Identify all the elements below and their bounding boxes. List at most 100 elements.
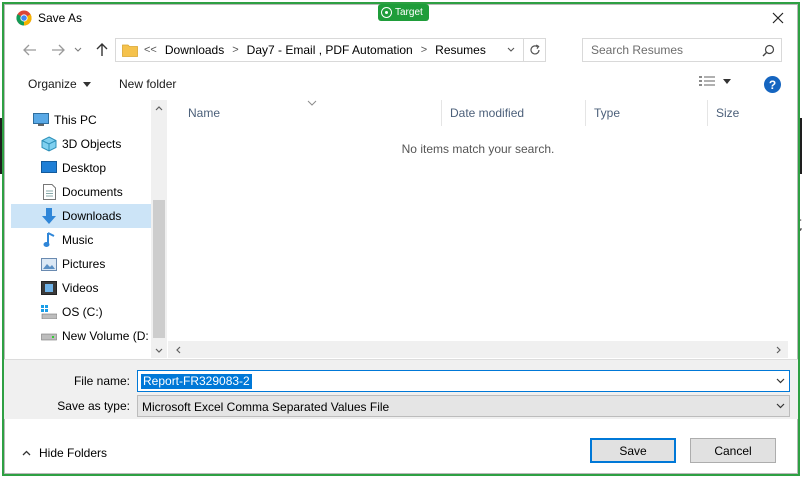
address-overflow[interactable]: << <box>144 44 157 56</box>
forward-button[interactable] <box>48 40 68 60</box>
nav-pane-scrollbar[interactable] <box>151 100 167 358</box>
help-button[interactable]: ? <box>764 76 781 93</box>
nav-item-label: New Volume (D: <box>62 329 149 343</box>
breadcrumb-separator[interactable]: > <box>421 44 427 56</box>
empty-message: No items match your search. <box>401 142 555 156</box>
nav-item-3d-objects[interactable]: 3D Objects <box>41 132 166 156</box>
up-button[interactable] <box>92 40 112 60</box>
target-badge: Target <box>378 4 429 21</box>
hide-folders-label: Hide Folders <box>39 446 108 460</box>
chevron-down-icon <box>776 403 784 409</box>
cancel-button[interactable]: Cancel <box>690 438 776 463</box>
search-icon[interactable] <box>762 44 775 57</box>
navigation-pane[interactable]: This PC 3D Objects Desktop Documents Dow… <box>11 100 167 358</box>
nav-item-new-volume-d[interactable]: New Volume (D: <box>41 324 166 348</box>
target-badge-label: Target <box>395 7 423 18</box>
file-name-label: File name: <box>73 374 130 388</box>
recent-locations-button[interactable] <box>72 40 84 60</box>
chevron-up-icon <box>22 450 31 456</box>
scroll-right-button[interactable] <box>770 341 786 358</box>
documents-icon <box>41 184 57 200</box>
column-header-date-modified[interactable]: Date modified <box>442 100 586 126</box>
column-header-size[interactable]: Size <box>708 100 788 126</box>
arrow-right-icon <box>52 44 65 56</box>
nav-item-label: Desktop <box>62 161 107 175</box>
scroll-down-button[interactable] <box>151 342 167 358</box>
nav-item-label: 3D Objects <box>62 137 122 151</box>
sort-chevron-icon <box>307 100 317 106</box>
nav-item-label: Videos <box>62 281 99 295</box>
search-box[interactable] <box>582 38 782 62</box>
file-name-input[interactable]: Report-FR329083-2 <box>137 370 790 392</box>
downloads-icon <box>41 208 57 224</box>
nav-item-os-c[interactable]: OS (C:) <box>41 300 166 324</box>
caret-down-icon <box>82 81 91 87</box>
breadcrumb-resumes[interactable]: Resumes <box>435 43 486 57</box>
address-bar[interactable]: << Downloads > Day7 - Email , PDF Automa… <box>115 38 546 62</box>
chevron-up-icon <box>155 105 163 110</box>
dialog-title: Save As <box>38 11 83 25</box>
folder-icon <box>122 44 138 57</box>
column-header-type[interactable]: Type <box>586 100 708 126</box>
nav-item-label: Music <box>62 233 94 247</box>
3d-objects-icon <box>41 136 57 152</box>
pictures-icon <box>41 256 57 272</box>
nav-item-this-pc[interactable]: This PC <box>33 108 166 132</box>
breadcrumb-separator[interactable]: > <box>232 44 238 56</box>
nav-item-downloads[interactable]: Downloads <box>11 204 151 228</box>
chevron-right-icon <box>776 346 781 353</box>
breadcrumb-downloads[interactable]: Downloads <box>165 43 224 57</box>
address-history-button[interactable] <box>501 39 521 61</box>
nav-item-pictures[interactable]: Pictures <box>41 252 166 276</box>
save-as-type-label: Save as type: <box>57 399 130 413</box>
save-as-type-value: Microsoft Excel Comma Separated Values F… <box>142 400 390 414</box>
save-as-type-select[interactable]: Microsoft Excel Comma Separated Values F… <box>137 395 790 417</box>
new-folder-label: New folder <box>119 77 177 91</box>
arrow-left-icon <box>23 44 36 56</box>
file-list[interactable]: Name Date modified Type Size No items ma… <box>168 100 788 358</box>
save-button[interactable]: Save <box>590 438 676 463</box>
organize-menu[interactable]: Organize <box>28 77 91 91</box>
arrow-up-icon <box>96 43 108 56</box>
nav-item-label: Documents <box>62 185 123 199</box>
new-folder-button[interactable]: New folder <box>119 77 176 91</box>
details-view-icon <box>699 76 715 86</box>
drive-c-icon <box>41 304 57 320</box>
nav-item-label: This PC <box>54 113 97 127</box>
nav-item-music[interactable]: Music <box>41 228 166 252</box>
chevron-left-icon <box>175 346 180 353</box>
refresh-button[interactable] <box>523 39 545 61</box>
chevron-down-icon <box>74 47 82 52</box>
scroll-left-button[interactable] <box>170 341 186 358</box>
nav-item-videos[interactable]: Videos <box>41 276 166 300</box>
file-name-value[interactable]: Report-FR329083-2 <box>141 374 252 389</box>
save-as-type-dropdown-button[interactable] <box>773 399 787 413</box>
file-name-dropdown-button[interactable] <box>773 374 787 388</box>
hide-folders-toggle[interactable]: Hide Folders <box>22 446 107 460</box>
desktop-icon <box>41 160 57 176</box>
close-icon <box>772 12 784 24</box>
change-view-button[interactable] <box>699 75 731 87</box>
nav-item-documents[interactable]: Documents <box>41 180 166 204</box>
nav-item-desktop[interactable]: Desktop <box>41 156 166 180</box>
close-button[interactable] <box>758 4 798 32</box>
nav-item-label: Downloads <box>62 209 122 223</box>
computer-icon <box>33 112 49 128</box>
videos-icon <box>41 280 57 296</box>
refresh-icon <box>529 44 540 55</box>
chevron-down-icon <box>776 378 784 384</box>
caret-down-icon <box>723 78 731 84</box>
scroll-up-button[interactable] <box>151 100 167 116</box>
nav-item-label: OS (C:) <box>62 305 103 319</box>
back-button[interactable] <box>20 40 40 60</box>
nav-item-label: Pictures <box>62 257 106 271</box>
breadcrumb-day7[interactable]: Day7 - Email , PDF Automation <box>247 43 413 57</box>
organize-label: Organize <box>28 77 77 91</box>
drive-d-icon <box>41 328 57 344</box>
file-list-horizontal-scrollbar[interactable] <box>168 341 788 358</box>
search-input[interactable] <box>589 42 759 58</box>
save-as-dialog: Save As Target << Downloads > Day7 - Ema… <box>2 2 800 476</box>
scroll-thumb[interactable] <box>153 200 165 338</box>
chevron-down-icon <box>155 348 163 353</box>
chrome-icon <box>16 10 32 26</box>
